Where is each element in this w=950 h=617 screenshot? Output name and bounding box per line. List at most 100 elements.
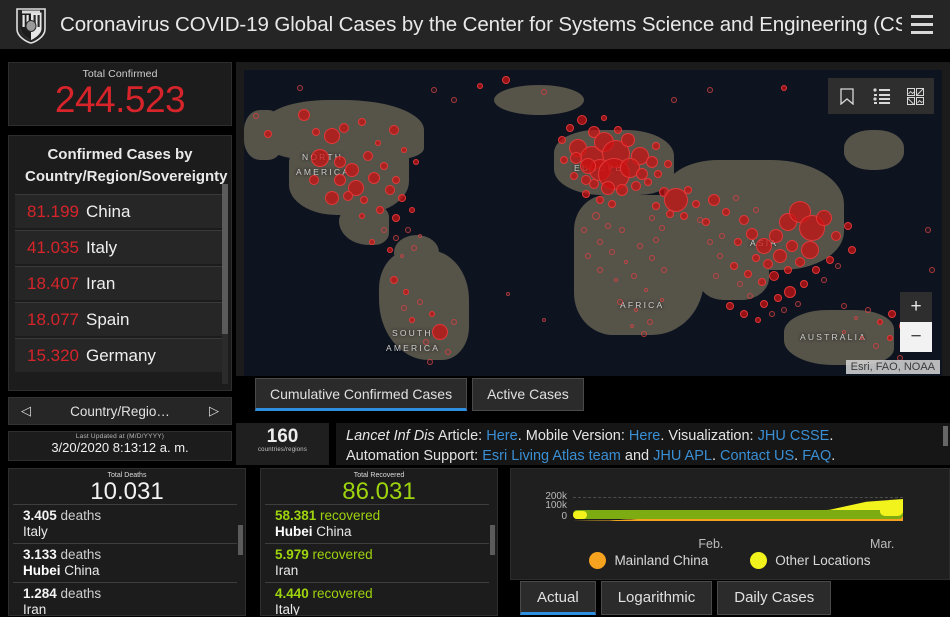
info-link[interactable]: JHU CSSE [758,428,830,444]
case-bubble[interactable] [644,288,648,292]
case-bubble[interactable] [801,241,819,259]
case-bubble[interactable] [631,273,637,279]
zoom-in-button[interactable]: + [900,292,932,322]
case-bubble[interactable] [781,307,787,313]
case-bubble[interactable] [821,277,827,283]
case-bubble[interactable] [666,210,674,218]
list-item[interactable]: 15.320 Germany [15,338,222,372]
case-bubble[interactable] [707,239,713,245]
case-bubble[interactable] [369,239,375,245]
case-bubble[interactable] [389,125,399,135]
case-bubble[interactable] [865,307,871,313]
case-bubble[interactable] [739,215,749,225]
case-bubble[interactable] [746,228,758,240]
case-bubble[interactable] [644,178,652,186]
case-bubble[interactable] [609,249,615,255]
case-bubble[interactable] [769,271,779,281]
case-bubble[interactable] [752,254,760,262]
case-bubble[interactable] [774,294,782,302]
case-bubble[interactable] [392,176,400,184]
case-bubble[interactable] [616,184,628,196]
case-bubble[interactable] [621,133,635,147]
tab-actual[interactable]: Actual [520,581,596,615]
zoom-out-button[interactable]: − [900,322,932,352]
list-item[interactable]: 18.077 Spain [15,302,222,336]
legend-list-icon[interactable] [864,79,898,113]
list-item[interactable]: 3.405 deaths Italy [13,504,237,543]
case-bubble[interactable] [614,126,622,134]
case-bubble[interactable] [581,175,591,185]
case-bubble[interactable] [577,115,587,125]
case-bubble[interactable] [381,227,387,233]
case-bubble[interactable] [477,83,483,89]
info-link[interactable]: Here [629,428,660,444]
case-bubble[interactable] [860,336,864,340]
case-bubble[interactable] [719,233,725,239]
deaths-scrollbar[interactable] [238,525,243,555]
case-bubble[interactable] [403,289,409,295]
case-bubble[interactable] [925,227,931,233]
case-bubble[interactable] [608,200,616,208]
case-bubble[interactable] [334,174,346,186]
case-bubble[interactable] [659,225,665,231]
list-item[interactable]: 81.199 China [15,194,222,228]
case-bubble[interactable] [596,196,604,204]
case-bubble[interactable] [647,319,653,325]
case-bubble[interactable] [582,190,590,198]
case-bubble[interactable] [409,207,415,213]
list-item[interactable]: 4.440 recovered Italy [265,582,489,615]
case-bubble[interactable] [405,227,411,233]
info-link[interactable]: Contact US [720,448,794,464]
case-bubble[interactable] [423,339,429,345]
case-bubble[interactable] [619,227,625,233]
tab-logarithmic[interactable]: Logarithmic [600,581,713,615]
case-bubble[interactable] [581,227,587,233]
case-bubble[interactable] [763,259,773,269]
case-bubble[interactable] [358,118,366,126]
hamburger-menu-icon[interactable] [902,5,942,45]
case-bubble[interactable] [431,87,437,93]
case-bubble[interactable] [324,128,340,144]
case-bubble[interactable] [393,235,399,241]
chart-plot-area[interactable]: 200k 100k 0 Feb. Mar. [545,491,903,551]
case-bubble[interactable] [339,123,349,133]
case-bubble[interactable] [387,247,393,253]
case-bubble[interactable] [841,303,847,309]
case-bubble[interactable] [560,156,568,164]
case-bubble[interactable] [401,305,407,311]
case-bubble[interactable] [380,162,388,170]
list-item[interactable]: 1.284 deaths Iran [13,582,237,615]
tab-active-cases[interactable]: Active Cases [472,378,584,411]
case-bubble[interactable] [649,255,655,261]
info-link[interactable]: FAQ [802,448,831,464]
case-bubble[interactable] [309,175,319,185]
case-bubble[interactable] [826,256,834,264]
case-bubble[interactable] [345,163,359,177]
case-bubble[interactable] [432,324,448,340]
case-bubble[interactable] [253,113,259,119]
case-bubble[interactable] [795,301,801,307]
case-bubble[interactable] [722,208,730,216]
case-bubble[interactable] [734,238,742,246]
case-bubble[interactable] [835,263,841,269]
case-bubble[interactable] [312,128,320,136]
case-bubble[interactable] [585,253,591,259]
case-bubble[interactable] [558,136,566,144]
case-bubble[interactable] [784,286,796,298]
case-bubble[interactable] [784,266,792,274]
case-bubble[interactable] [887,335,893,341]
case-bubble[interactable] [888,310,896,318]
case-bubble[interactable] [614,278,618,282]
case-bubble[interactable] [264,130,272,138]
case-bubble[interactable] [375,140,381,146]
case-bubble[interactable] [664,160,672,168]
case-bubble[interactable] [769,229,783,243]
case-bubble[interactable] [873,343,879,349]
case-bubble[interactable] [597,267,603,273]
case-bubble[interactable] [730,262,738,270]
case-bubble[interactable] [601,115,607,121]
legend-item-other-locations[interactable]: Other Locations [750,552,871,569]
case-bubble[interactable] [390,276,398,284]
recovered-scrollbar[interactable] [490,525,495,555]
case-bubble[interactable] [773,249,787,263]
